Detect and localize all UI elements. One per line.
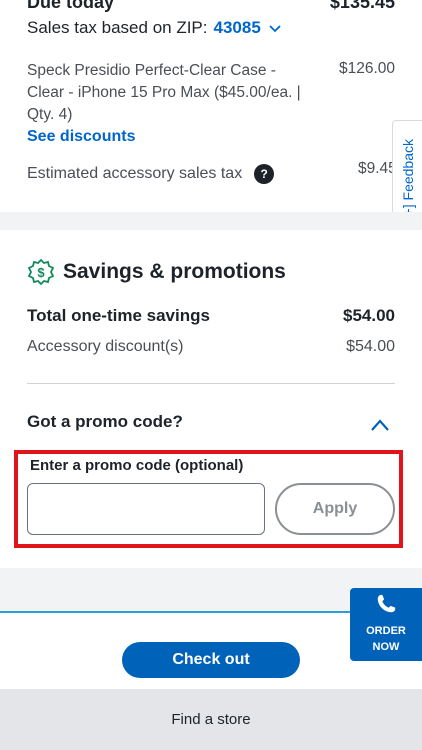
- order-summary: Due today $135.45 Sales tax based on ZIP…: [0, 0, 422, 212]
- order-now-line1: ORDER: [366, 625, 406, 637]
- checkout-button[interactable]: Check out: [122, 642, 300, 678]
- tax-row: Estimated accessory sales tax ?: [27, 164, 275, 184]
- divider: [27, 383, 395, 384]
- item-price: $126.00: [338, 60, 395, 77]
- total-savings-label: Total one-time savings: [27, 306, 210, 325]
- help-icon[interactable]: ?: [254, 164, 275, 184]
- savings-title: Savings & promotions: [63, 260, 286, 283]
- accessory-discount-value: $54.00: [346, 338, 395, 355]
- savings-badge-icon: $: [27, 258, 55, 286]
- apply-button[interactable]: Apply: [275, 483, 395, 535]
- due-today-amount: $135.45: [329, 0, 395, 12]
- see-discounts-link[interactable]: See discounts: [27, 128, 135, 146]
- phone-icon: [377, 594, 396, 613]
- item-description: Speck Presidio Perfect-Clear Case - Clea…: [27, 62, 301, 123]
- find-store-link[interactable]: Find a store: [171, 711, 250, 728]
- total-savings-value: $54.00: [343, 306, 395, 325]
- promo-code-form: Enter a promo code (optional) Apply: [14, 450, 403, 548]
- section-divider: [0, 212, 422, 230]
- accent-line: [0, 611, 350, 613]
- zip-value[interactable]: 43085: [214, 18, 261, 38]
- order-now-button[interactable]: ORDER NOW: [350, 588, 422, 661]
- footer: Find a store: [0, 689, 422, 750]
- due-today-label: Due today: [27, 0, 115, 12]
- svg-text:$: $: [37, 265, 45, 280]
- promo-code-input[interactable]: [27, 483, 265, 535]
- accessory-discount-label: Accessory discount(s): [27, 338, 184, 355]
- tax-value: $9.45: [358, 160, 397, 177]
- chevron-down-icon[interactable]: [269, 22, 281, 34]
- due-today-row: Due today $135.45: [27, 0, 395, 16]
- savings-header: $ Savings & promotions: [27, 258, 286, 286]
- tax-label: Estimated accessory sales tax: [27, 165, 243, 182]
- savings-section: $ Savings & promotions Total one-time sa…: [0, 230, 422, 568]
- order-now-line2: NOW: [372, 641, 400, 653]
- zip-selector[interactable]: Sales tax based on ZIP: 43085: [27, 18, 281, 38]
- chevron-up-icon[interactable]: [370, 418, 390, 432]
- promo-code-label: Enter a promo code (optional): [30, 457, 244, 474]
- promo-code-toggle-label[interactable]: Got a promo code?: [27, 412, 183, 432]
- feedback-label: [+] Feedback: [399, 139, 416, 221]
- zip-prefix: Sales tax based on ZIP:: [27, 18, 208, 37]
